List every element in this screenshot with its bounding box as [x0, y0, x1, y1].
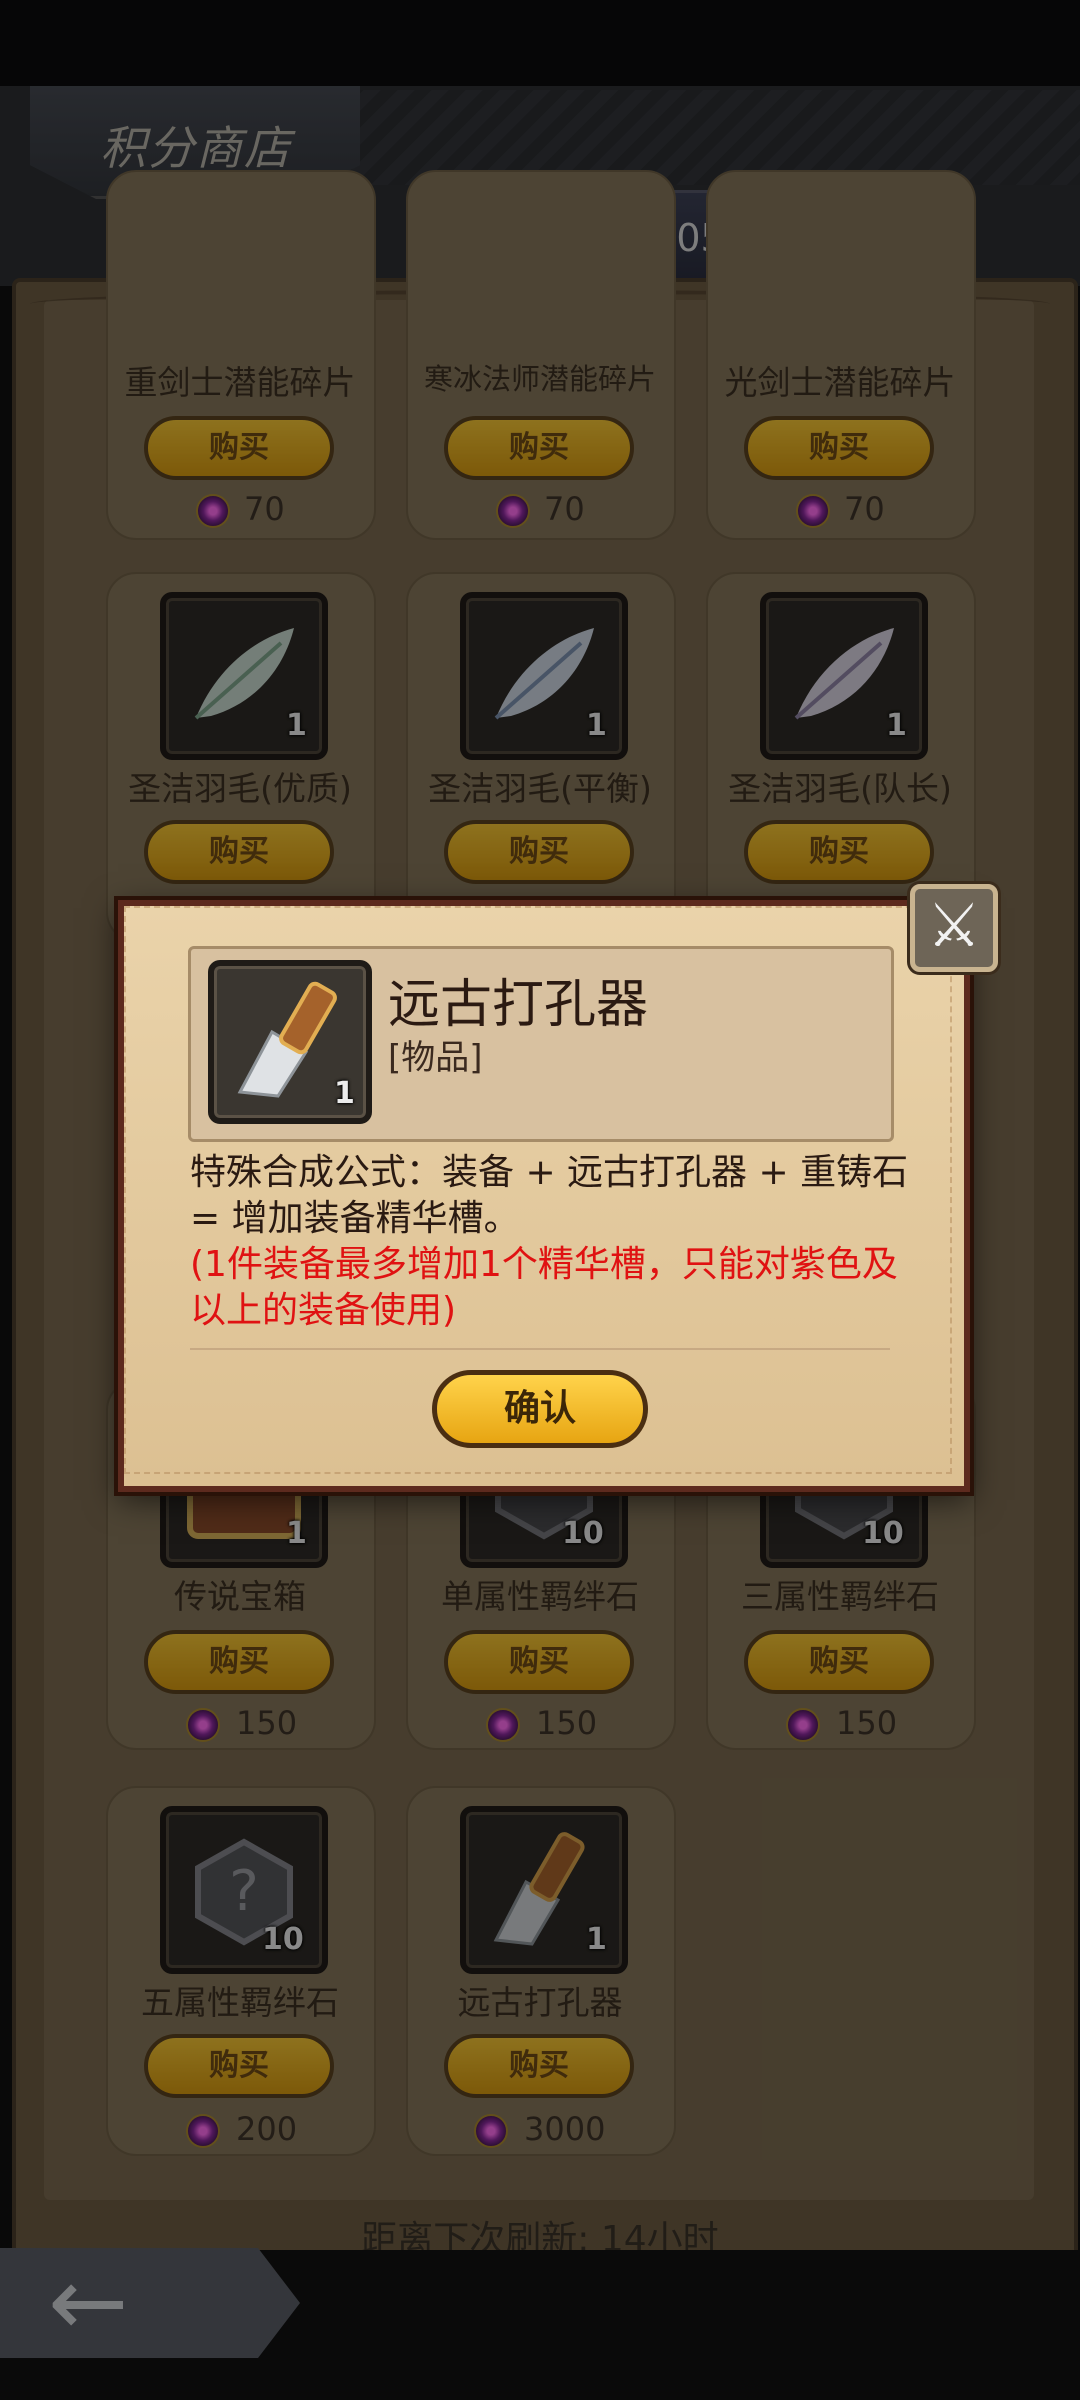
divider [190, 1348, 890, 1350]
confirm-button[interactable]: 确认 [432, 1370, 648, 1448]
item-type: [物品] [388, 1038, 483, 1078]
item-note: (1件装备最多增加1个精华槽，只能对紫色及以上的装备使用) [190, 1244, 898, 1331]
item-title: 远古打孔器 [388, 975, 649, 1035]
crossed-swords-close-icon: ⚔ [927, 891, 981, 961]
close-button[interactable]: ⚔ [910, 884, 998, 972]
item-qty: 1 [334, 1076, 355, 1111]
item-description: 特殊合成公式：装备 + 远古打孔器 + 重铸石 = 增加装备精华槽。 [190, 1152, 909, 1239]
